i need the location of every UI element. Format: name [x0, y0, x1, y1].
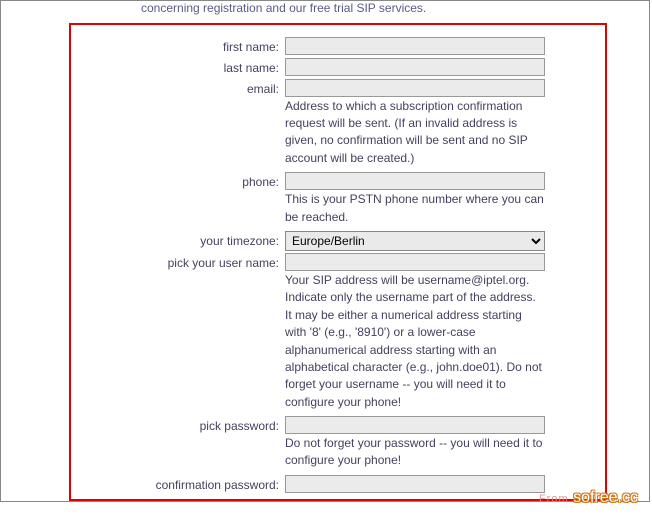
row-last-name: last name:	[79, 58, 597, 77]
intro-text: concerning registration and our free tri…	[1, 1, 649, 23]
field-col: Europe/Berlin	[285, 231, 597, 251]
label-first-name: first name:	[79, 37, 285, 56]
phone-input[interactable]	[285, 172, 545, 190]
label-phone: phone:	[79, 172, 285, 191]
page-container: concerning registration and our free tri…	[0, 0, 650, 502]
email-input[interactable]	[285, 79, 545, 97]
label-last-name: last name:	[79, 58, 285, 77]
field-col: This is your PSTN phone number where you…	[285, 172, 597, 229]
first-name-input[interactable]	[285, 37, 545, 55]
timezone-select[interactable]: Europe/Berlin	[285, 231, 545, 251]
row-username: pick your user name: Your SIP address wi…	[79, 253, 597, 414]
row-confirm-password: confirmation password:	[79, 475, 597, 494]
username-hint: Your SIP address will be username@iptel.…	[285, 271, 545, 414]
label-email: email:	[79, 79, 285, 98]
last-name-input[interactable]	[285, 58, 545, 76]
row-first-name: first name:	[79, 37, 597, 56]
registration-form: first name: last name: email: Address to…	[69, 23, 607, 501]
row-phone: phone: This is your PSTN phone number wh…	[79, 172, 597, 229]
label-confirm-password: confirmation password:	[79, 475, 285, 494]
field-col	[285, 37, 597, 55]
label-timezone: your timezone:	[79, 231, 285, 250]
password-input[interactable]	[285, 416, 545, 434]
field-col: Address to which a subscription confirma…	[285, 79, 597, 171]
row-password: pick password: Do not forget your passwo…	[79, 416, 597, 473]
field-col	[285, 475, 597, 493]
password-hint: Do not forget your password -- you will …	[285, 434, 545, 473]
row-email: email: Address to which a subscription c…	[79, 79, 597, 171]
confirm-password-input[interactable]	[285, 475, 545, 493]
row-timezone: your timezone: Europe/Berlin	[79, 231, 597, 251]
field-col	[285, 58, 597, 76]
label-password: pick password:	[79, 416, 285, 435]
email-hint: Address to which a subscription confirma…	[285, 97, 545, 171]
phone-hint: This is your PSTN phone number where you…	[285, 190, 545, 229]
username-input[interactable]	[285, 253, 545, 271]
label-username: pick your user name:	[79, 253, 285, 272]
field-col: Your SIP address will be username@iptel.…	[285, 253, 597, 414]
field-col: Do not forget your password -- you will …	[285, 416, 597, 473]
